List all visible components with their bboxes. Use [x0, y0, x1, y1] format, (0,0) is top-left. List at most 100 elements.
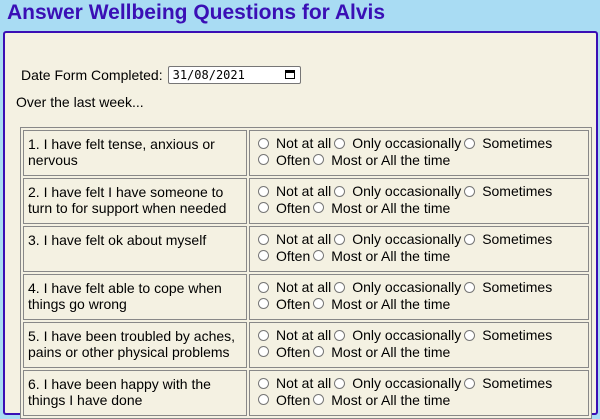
- question-text: 3. I have felt ok about myself: [23, 226, 247, 272]
- radio-button[interactable]: [464, 377, 476, 389]
- option-label: Most or All the time: [331, 199, 451, 216]
- option-label: Most or All the time: [331, 343, 451, 360]
- radio-button[interactable]: [313, 250, 325, 261]
- radio-button[interactable]: [258, 185, 269, 197]
- option-radio[interactable]: Sometimes: [464, 231, 552, 247]
- option-radio[interactable]: Not at all: [258, 231, 331, 247]
- option-radio[interactable]: Not at all: [258, 327, 331, 343]
- date-completed-input[interactable]: 31/08/2021: [167, 66, 301, 84]
- option-label: Only occasionally: [352, 135, 462, 151]
- radio-button[interactable]: [334, 329, 346, 341]
- question-options: Not at all Only occasionally Sometimes Ofte…: [249, 130, 589, 176]
- option-label: Not at all: [276, 375, 332, 391]
- option-radio[interactable]: Most or All the time: [313, 248, 450, 264]
- option-radio[interactable]: Sometimes: [464, 375, 552, 391]
- radio-button[interactable]: [334, 377, 346, 389]
- option-radio[interactable]: Sometimes: [464, 183, 552, 199]
- question-text: 6. I have been happy with the things I h…: [23, 370, 247, 416]
- question-row: 6. I have been happy with the things I h…: [23, 370, 589, 416]
- radio-button[interactable]: [464, 185, 476, 197]
- option-radio[interactable]: Only occasionally: [334, 135, 461, 151]
- questions-table: 1. I have felt tense, anxious or nervous…: [20, 127, 592, 419]
- option-label: Not at all: [276, 279, 332, 295]
- radio-button[interactable]: [334, 185, 346, 197]
- page-title: Answer Wellbeing Questions for Alvis: [7, 1, 386, 24]
- question-row: 2. I have felt I have someone to turn to…: [23, 178, 589, 224]
- radio-button[interactable]: [334, 281, 346, 293]
- option-label: Most or All the time: [331, 295, 451, 312]
- question-text: 2. I have felt I have someone to turn to…: [23, 178, 247, 224]
- radio-button[interactable]: [258, 329, 269, 341]
- question-row: 4. I have felt able to cope when things …: [23, 274, 589, 320]
- option-label: Sometimes: [482, 375, 553, 391]
- option-label: Often: [276, 295, 311, 312]
- radio-button[interactable]: [334, 233, 346, 245]
- option-radio[interactable]: Not at all: [258, 375, 331, 391]
- radio-button[interactable]: [258, 137, 269, 149]
- radio-button[interactable]: [258, 250, 269, 261]
- radio-button[interactable]: [313, 346, 325, 357]
- date-row: Date Form Completed: 31/08/2021: [21, 66, 301, 84]
- option-label: Most or All the time: [331, 247, 451, 264]
- question-text: 1. I have felt tense, anxious or nervous: [23, 130, 247, 176]
- option-label: Only occasionally: [352, 375, 462, 391]
- radio-button[interactable]: [258, 346, 269, 357]
- option-radio[interactable]: Most or All the time: [313, 200, 450, 216]
- option-label: Only occasionally: [352, 327, 462, 343]
- option-radio[interactable]: Most or All the time: [313, 296, 450, 312]
- option-label: Sometimes: [482, 279, 553, 295]
- radio-button[interactable]: [258, 377, 269, 389]
- option-radio[interactable]: Often: [258, 248, 310, 264]
- radio-button[interactable]: [464, 137, 476, 149]
- option-label: Not at all: [276, 231, 332, 247]
- question-options: Not at all Only occasionally Sometimes Ofte…: [249, 322, 589, 368]
- radio-button[interactable]: [313, 298, 325, 309]
- option-radio[interactable]: Often: [258, 296, 310, 312]
- option-label: Sometimes: [482, 327, 553, 343]
- option-radio[interactable]: Most or All the time: [313, 344, 450, 360]
- date-label: Date Form Completed:: [21, 67, 163, 83]
- option-label: Only occasionally: [352, 231, 462, 247]
- question-text: 4. I have felt able to cope when things …: [23, 274, 247, 320]
- option-radio[interactable]: Not at all: [258, 135, 331, 151]
- radio-button[interactable]: [464, 281, 476, 293]
- radio-button[interactable]: [258, 281, 269, 293]
- radio-button[interactable]: [258, 202, 269, 213]
- question-options: Not at all Only occasionally Sometimes Ofte…: [249, 370, 589, 416]
- radio-button[interactable]: [313, 202, 325, 213]
- radio-button[interactable]: [313, 154, 325, 165]
- option-radio[interactable]: Most or All the time: [313, 152, 450, 168]
- option-radio[interactable]: Only occasionally: [334, 279, 461, 295]
- option-radio[interactable]: Not at all: [258, 279, 331, 295]
- option-radio[interactable]: Only occasionally: [334, 375, 461, 391]
- calendar-icon[interactable]: [284, 70, 295, 79]
- radio-button[interactable]: [464, 233, 476, 245]
- option-label: Sometimes: [482, 183, 553, 199]
- option-label: Not at all: [276, 135, 332, 151]
- radio-button[interactable]: [464, 329, 476, 341]
- date-value: 31/08/2021: [172, 68, 245, 82]
- option-label: Sometimes: [482, 135, 553, 151]
- option-label: Often: [276, 199, 311, 216]
- option-label: Not at all: [276, 327, 332, 343]
- option-radio[interactable]: Only occasionally: [334, 327, 461, 343]
- title-bar: Answer Wellbeing Questions for Alvis: [0, 0, 600, 32]
- radio-button[interactable]: [258, 233, 269, 245]
- radio-button[interactable]: [258, 154, 269, 165]
- radio-button[interactable]: [334, 137, 346, 149]
- option-radio[interactable]: Only occasionally: [334, 183, 461, 199]
- question-row: 1. I have felt tense, anxious or nervous…: [23, 130, 589, 176]
- question-options: Not at all Only occasionally Sometimes Ofte…: [249, 274, 589, 320]
- radio-button[interactable]: [258, 298, 269, 309]
- option-radio[interactable]: Often: [258, 344, 310, 360]
- option-radio[interactable]: Sometimes: [464, 327, 552, 343]
- option-label: Often: [276, 247, 311, 264]
- option-label: Only occasionally: [352, 279, 462, 295]
- option-radio[interactable]: Sometimes: [464, 279, 552, 295]
- option-radio[interactable]: Sometimes: [464, 135, 552, 151]
- option-radio[interactable]: Often: [258, 200, 310, 216]
- option-radio[interactable]: Often: [258, 152, 310, 168]
- option-radio[interactable]: Only occasionally: [334, 231, 461, 247]
- option-radio[interactable]: Not at all: [258, 183, 331, 199]
- question-text: 5. I have been troubled by aches, pains …: [23, 322, 247, 368]
